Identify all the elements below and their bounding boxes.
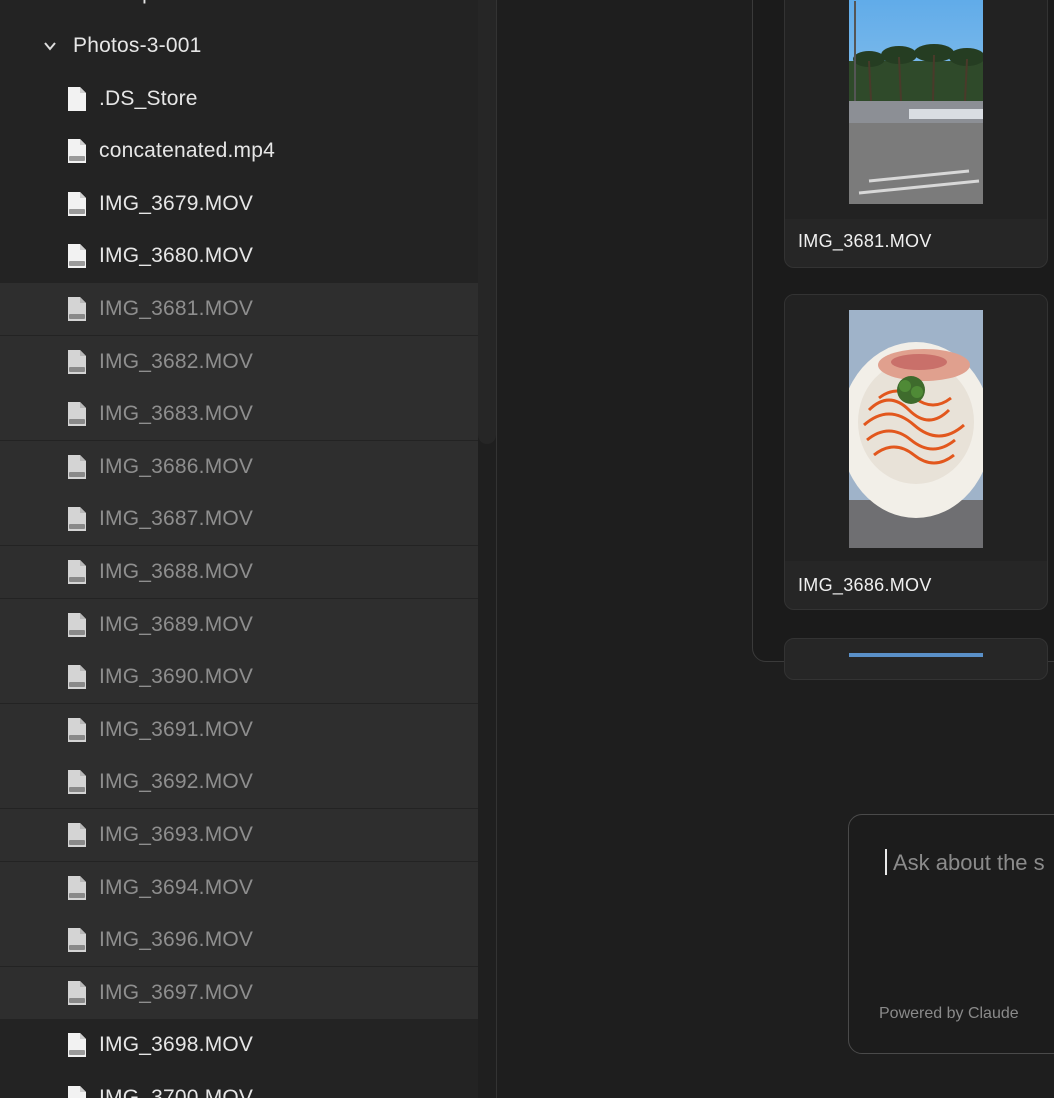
tree-file-label: IMG_3682.MOV [99,349,254,373]
tree-file-label: .DS_Store [99,86,198,110]
tree-file-item[interactable]: IMG_3688.MOV [0,546,496,598]
tree-file-label: IMG_3681.MOV [99,297,254,320]
tree-file-item[interactable]: IMG_3689.MOV [0,598,496,651]
tree-file-label: IMG_3692.MOV [99,770,254,794]
file-explorer-sidebar: csv-output Photos-3-001 .DS_Store concatena… [0,0,497,1098]
file-icon [68,770,86,795]
tree-folder-label: csv-output [73,0,172,5]
video-thumbnail-beach [849,0,983,204]
tree-file-label: IMG_3690.MOV [99,665,254,689]
tree-file-label: IMG_3680.MOV [99,244,254,268]
chevron-right-icon [40,0,60,3]
tree-file-label: IMG_3691.MOV [99,717,254,741]
tree-file-label: IMG_3683.MOV [99,402,254,426]
media-card[interactable] [784,638,1048,680]
tree-file-item[interactable]: IMG_3690.MOV [0,651,496,704]
file-icon [68,928,86,953]
file-icon [68,297,86,321]
tree-file-item[interactable]: IMG_3683.MOV [0,388,496,441]
file-icon [68,823,86,847]
file-icon [68,191,86,216]
tree-file-item[interactable]: IMG_3694.MOV [0,861,496,914]
media-card[interactable]: IMG_3681.MOV [784,0,1048,268]
file-icon [68,980,86,1005]
tree-file-label: IMG_3694.MOV [99,875,254,899]
file-icon [68,665,86,690]
video-thumbnail-partial [849,653,983,657]
tree-file-item[interactable]: IMG_3693.MOV [0,809,496,861]
tree-file-item[interactable]: .DS_Store [0,73,496,125]
file-icon [68,612,86,637]
file-icon [68,717,86,742]
tree-file-item[interactable]: IMG_3692.MOV [0,756,496,809]
tree-file-item[interactable]: IMG_3679.MOV [0,178,496,230]
tree-file-item[interactable]: IMG_3687.MOV [0,493,496,546]
tree-file-item[interactable]: IMG_3686.MOV [0,440,496,493]
tree-file-item[interactable]: IMG_3681.MOV [0,283,496,335]
powered-by-label: Powered by Claude [879,1005,1019,1022]
text-caret [885,849,887,875]
tree-file-label: IMG_3688.MOV [99,560,254,583]
tree-file-item[interactable]: IMG_3698.MOV [0,1019,496,1071]
tree-folder-csv-output[interactable]: csv-output [0,0,496,19]
file-icon [68,139,86,164]
tree-file-label: IMG_3700.MOV [99,1086,254,1098]
tree-file-item[interactable]: IMG_3691.MOV [0,703,496,756]
file-icon [68,86,86,111]
chevron-down-icon [40,36,60,56]
card-label: IMG_3681.MOV [798,231,932,251]
tree-folder-photos[interactable]: Photos-3-001 [0,20,496,72]
tree-file-item[interactable]: IMG_3682.MOV [0,335,496,388]
tree-file-item[interactable]: IMG_3680.MOV [0,230,496,282]
file-icon [68,875,86,900]
tree-file-item[interactable]: IMG_3697.MOV [0,966,496,1019]
card-label: IMG_3686.MOV [798,575,932,595]
file-icon [68,454,86,479]
media-card[interactable]: IMG_3686.MOV [784,294,1048,610]
tree-file-label: IMG_3679.MOV [99,191,254,215]
file-icon [68,402,86,427]
tree-file-label: IMG_3689.MOV [99,612,254,636]
tree-file-item[interactable]: IMG_3700.MOV [0,1072,496,1098]
tree-file-item[interactable]: concatenated.mp4 [0,125,496,177]
tree-file-label: IMG_3686.MOV [99,454,254,478]
tree-file-label: IMG_3697.MOV [99,980,254,1004]
tree-file-label: IMG_3696.MOV [99,928,254,952]
tree-file-label: IMG_3693.MOV [99,823,254,846]
tree-file-item[interactable]: IMG_3696.MOV [0,914,496,967]
file-icon [68,1086,86,1098]
chat-input-placeholder[interactable]: Ask about the s [893,850,1045,876]
tree-file-label: IMG_3687.MOV [99,507,254,531]
file-icon [68,1033,86,1058]
app-window: csv-output Photos-3-001 .DS_Store concatena… [0,0,1054,1098]
file-icon [68,560,86,584]
tree-file-label: concatenated.mp4 [99,139,275,163]
sidebar-scrollbar-thumb[interactable] [478,0,496,444]
file-icon [68,244,86,269]
file-icon [68,507,86,532]
chat-input-box[interactable]: Ask about the s Powered by Claude [848,814,1054,1054]
tree-file-label: IMG_3698.MOV [99,1033,254,1057]
video-thumbnail-pasta [849,310,983,548]
file-icon [68,349,86,374]
tree-folder-label: Photos-3-001 [73,34,202,57]
